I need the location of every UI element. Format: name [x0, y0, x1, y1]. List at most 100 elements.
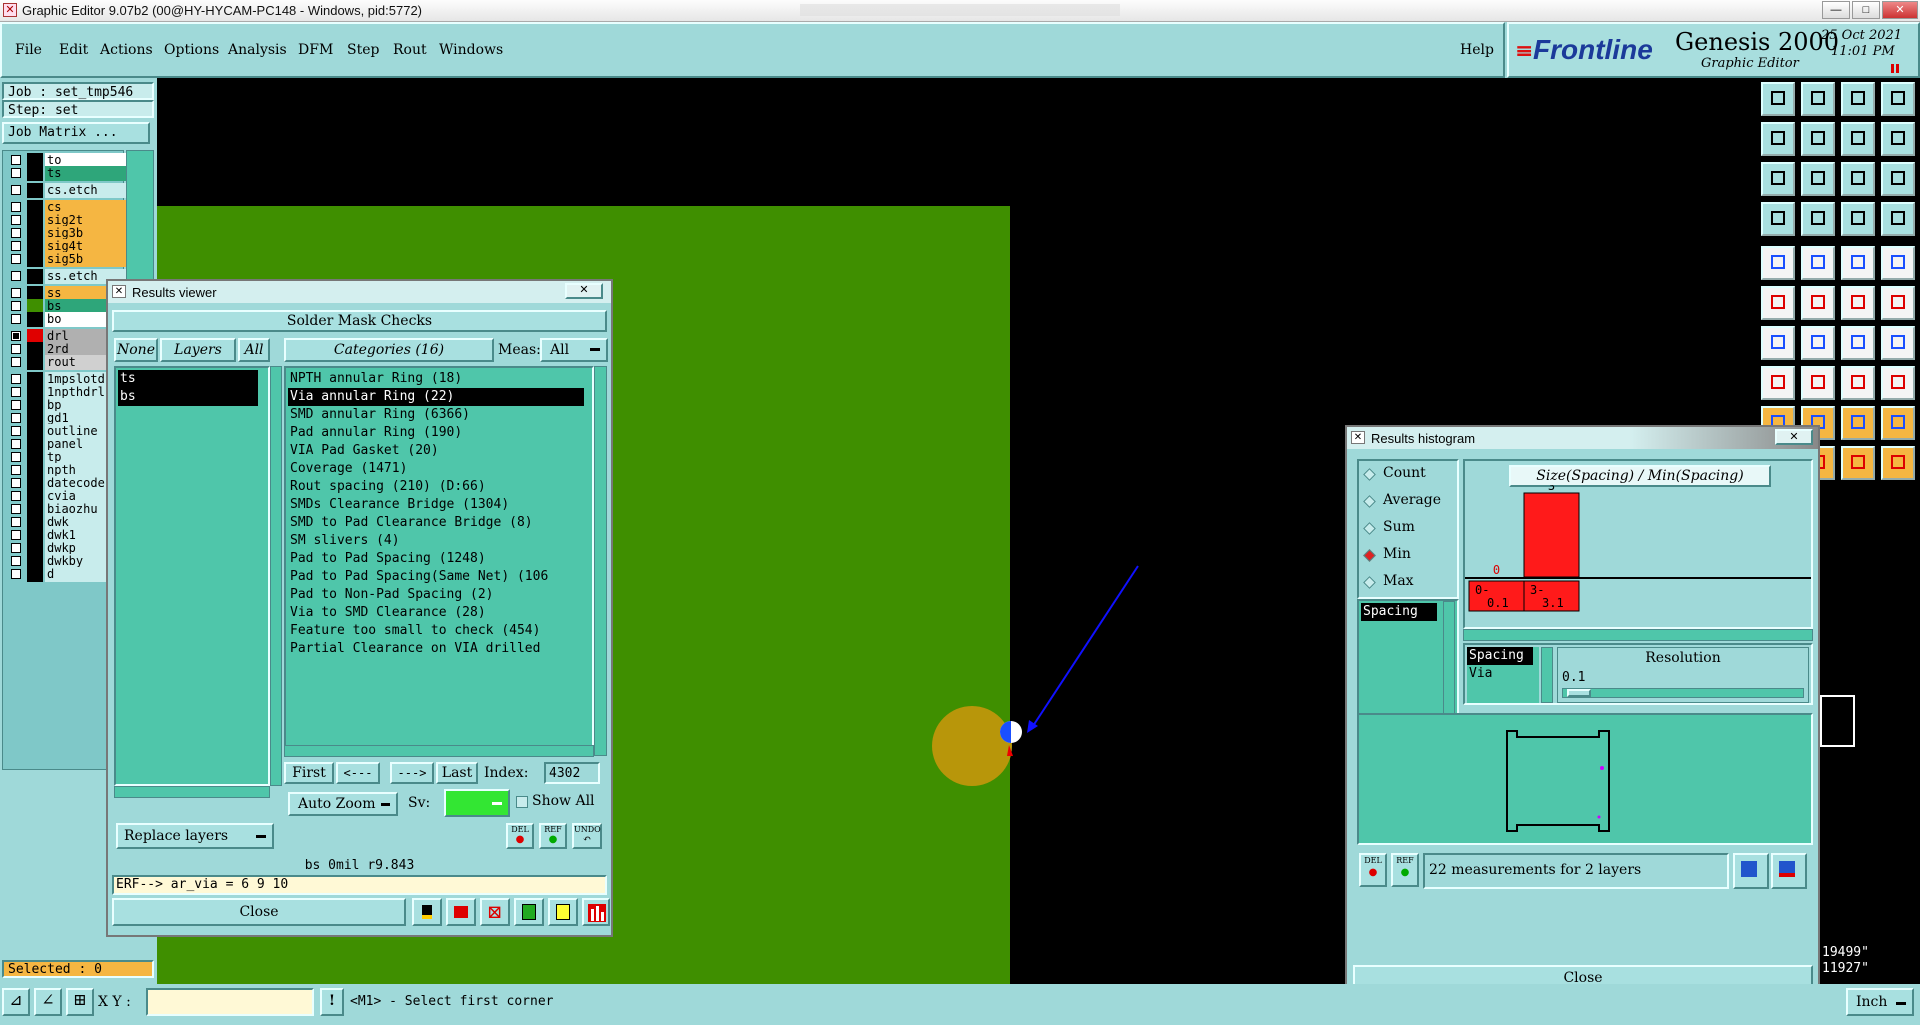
layer-checkbox[interactable] — [11, 288, 21, 298]
layer-row-sig5b[interactable]: sig5b — [7, 252, 129, 267]
layer-color-swatch[interactable] — [27, 355, 43, 370]
close-window-button[interactable]: ✕ — [1882, 1, 1918, 19]
layers-button[interactable]: Layers — [160, 338, 236, 362]
first-button[interactable]: First — [284, 762, 334, 784]
layer-checkbox[interactable] — [11, 168, 21, 178]
category-list-hscroll[interactable] — [284, 745, 594, 757]
menu-actions[interactable]: Actions — [100, 42, 153, 58]
layer-list-hscroll[interactable] — [114, 786, 270, 798]
menu-dfm[interactable]: DFM — [298, 42, 333, 58]
snap-icon[interactable]: ⊿ — [2, 988, 30, 1016]
layer-color-swatch[interactable] — [27, 252, 43, 267]
layer-checkbox[interactable] — [11, 426, 21, 436]
auto-zoom-dropdown[interactable]: Auto Zoom — [288, 792, 398, 816]
link-icon[interactable] — [1841, 286, 1875, 320]
menu-help[interactable]: Help — [1460, 42, 1494, 58]
layer-name[interactable]: ts — [45, 166, 129, 181]
layer-checkbox[interactable] — [11, 465, 21, 475]
layer-color-swatch[interactable] — [27, 166, 43, 181]
layer-checkbox[interactable] — [11, 452, 21, 462]
flip-icon[interactable] — [1841, 122, 1875, 156]
menu-options[interactable]: Options — [164, 42, 219, 58]
layer-checkbox[interactable] — [11, 215, 21, 225]
layer-checkbox[interactable] — [11, 314, 21, 324]
menu-analysis[interactable]: Analysis — [228, 42, 287, 58]
layer-checkbox[interactable] — [11, 241, 21, 251]
help-icon[interactable] — [1881, 162, 1915, 196]
fit-icon[interactable] — [1761, 162, 1795, 196]
layer-name[interactable]: cs.etch — [45, 183, 129, 198]
result-layer-item[interactable]: ts — [118, 370, 258, 388]
layer-checkbox[interactable] — [11, 331, 21, 341]
unit-dropdown[interactable]: Inch — [1846, 988, 1914, 1016]
route-icon[interactable] — [1881, 366, 1915, 400]
grid-icon[interactable] — [1801, 202, 1835, 236]
preview-del-button[interactable]: DEL ● — [1359, 853, 1387, 887]
net-icon[interactable] — [1761, 286, 1795, 320]
layer-checkbox[interactable] — [11, 439, 21, 449]
line-icon[interactable] — [1761, 326, 1795, 360]
category-item[interactable]: Rout spacing (210) (D:66) — [288, 478, 486, 496]
category-list-vscroll[interactable] — [594, 366, 607, 756]
house-icon[interactable] — [1841, 82, 1875, 116]
layer-checkbox[interactable] — [11, 556, 21, 566]
angle-icon[interactable]: ∠ — [34, 988, 62, 1016]
layer-checkbox[interactable] — [11, 530, 21, 540]
layer-row-ts[interactable]: ts — [7, 166, 129, 181]
cross-report-icon[interactable]: ⊠ — [480, 898, 510, 926]
move-icon[interactable] — [1841, 366, 1875, 400]
report-icon[interactable] — [446, 898, 476, 926]
layer-color-swatch[interactable] — [27, 183, 43, 198]
meas-dropdown[interactable]: All — [540, 338, 608, 362]
rotate-icon[interactable] — [1841, 326, 1875, 360]
adjust-icon[interactable] — [1881, 326, 1915, 360]
import-icon[interactable] — [1761, 122, 1795, 156]
layer-checkbox[interactable] — [11, 517, 21, 527]
split-icon[interactable] — [1881, 82, 1915, 116]
swap-icon[interactable] — [1881, 122, 1915, 156]
layer-checkbox[interactable] — [11, 254, 21, 264]
export-icon[interactable] — [1801, 122, 1835, 156]
measure-icon[interactable] — [412, 898, 442, 926]
arch-icon[interactable] — [1841, 406, 1875, 440]
ref-button[interactable]: REF ● — [539, 823, 567, 849]
circle-icon[interactable] — [1881, 246, 1915, 280]
scale-icon[interactable] — [1841, 162, 1875, 196]
layer-color-swatch[interactable] — [27, 567, 43, 582]
layer-checkbox[interactable] — [11, 271, 21, 281]
layer-checkbox[interactable] — [11, 569, 21, 579]
category-item[interactable]: Coverage (1471) — [288, 460, 407, 478]
layer-checkbox[interactable] — [11, 202, 21, 212]
category-item[interactable]: Pad to Pad Spacing(Same Net) (106 — [288, 568, 548, 586]
histogram-close-icon[interactable]: ✕ — [1775, 429, 1813, 445]
category-item[interactable]: Via annular Ring (22) — [288, 388, 584, 406]
replace-layers-dropdown[interactable]: Replace layers — [116, 823, 274, 849]
layer-color-swatch[interactable] — [27, 269, 43, 284]
layer-checkbox[interactable] — [11, 357, 21, 367]
result-layer-item[interactable]: bs — [118, 388, 258, 406]
pause-icon[interactable] — [1891, 64, 1899, 73]
none-button[interactable]: None — [114, 338, 158, 362]
board-preview[interactable] — [1357, 713, 1813, 845]
measure-type-scrollbar[interactable] — [1541, 647, 1553, 703]
category-item[interactable]: SMD annular Ring (6366) — [288, 406, 470, 424]
layer-checkbox[interactable] — [11, 374, 21, 384]
category-item[interactable]: Pad to Pad Spacing (1248) — [288, 550, 486, 568]
via-icon[interactable] — [1881, 286, 1915, 320]
notes-icon[interactable] — [548, 898, 578, 926]
alert-icon[interactable]: ! — [320, 988, 344, 1016]
measure-type-item[interactable]: Spacing — [1467, 647, 1533, 665]
sv-color-dropdown[interactable] — [444, 789, 510, 817]
layer-checkbox[interactable] — [11, 387, 21, 397]
histogram-icon[interactable] — [582, 898, 610, 926]
all-button[interactable]: All — [238, 338, 270, 362]
grid-icon[interactable]: ⊞ — [66, 988, 94, 1016]
pointer-icon[interactable] — [1841, 446, 1875, 480]
snapshot-icon[interactable] — [1761, 246, 1795, 280]
undo-button[interactable]: UNDO ↶ — [572, 823, 602, 849]
layers-icon[interactable] — [1841, 202, 1875, 236]
pad-icon[interactable] — [1761, 366, 1795, 400]
layer-checkbox[interactable] — [11, 185, 21, 195]
category-item[interactable]: NPTH annular Ring (18) — [288, 370, 462, 388]
menu-file[interactable]: File — [15, 42, 42, 58]
